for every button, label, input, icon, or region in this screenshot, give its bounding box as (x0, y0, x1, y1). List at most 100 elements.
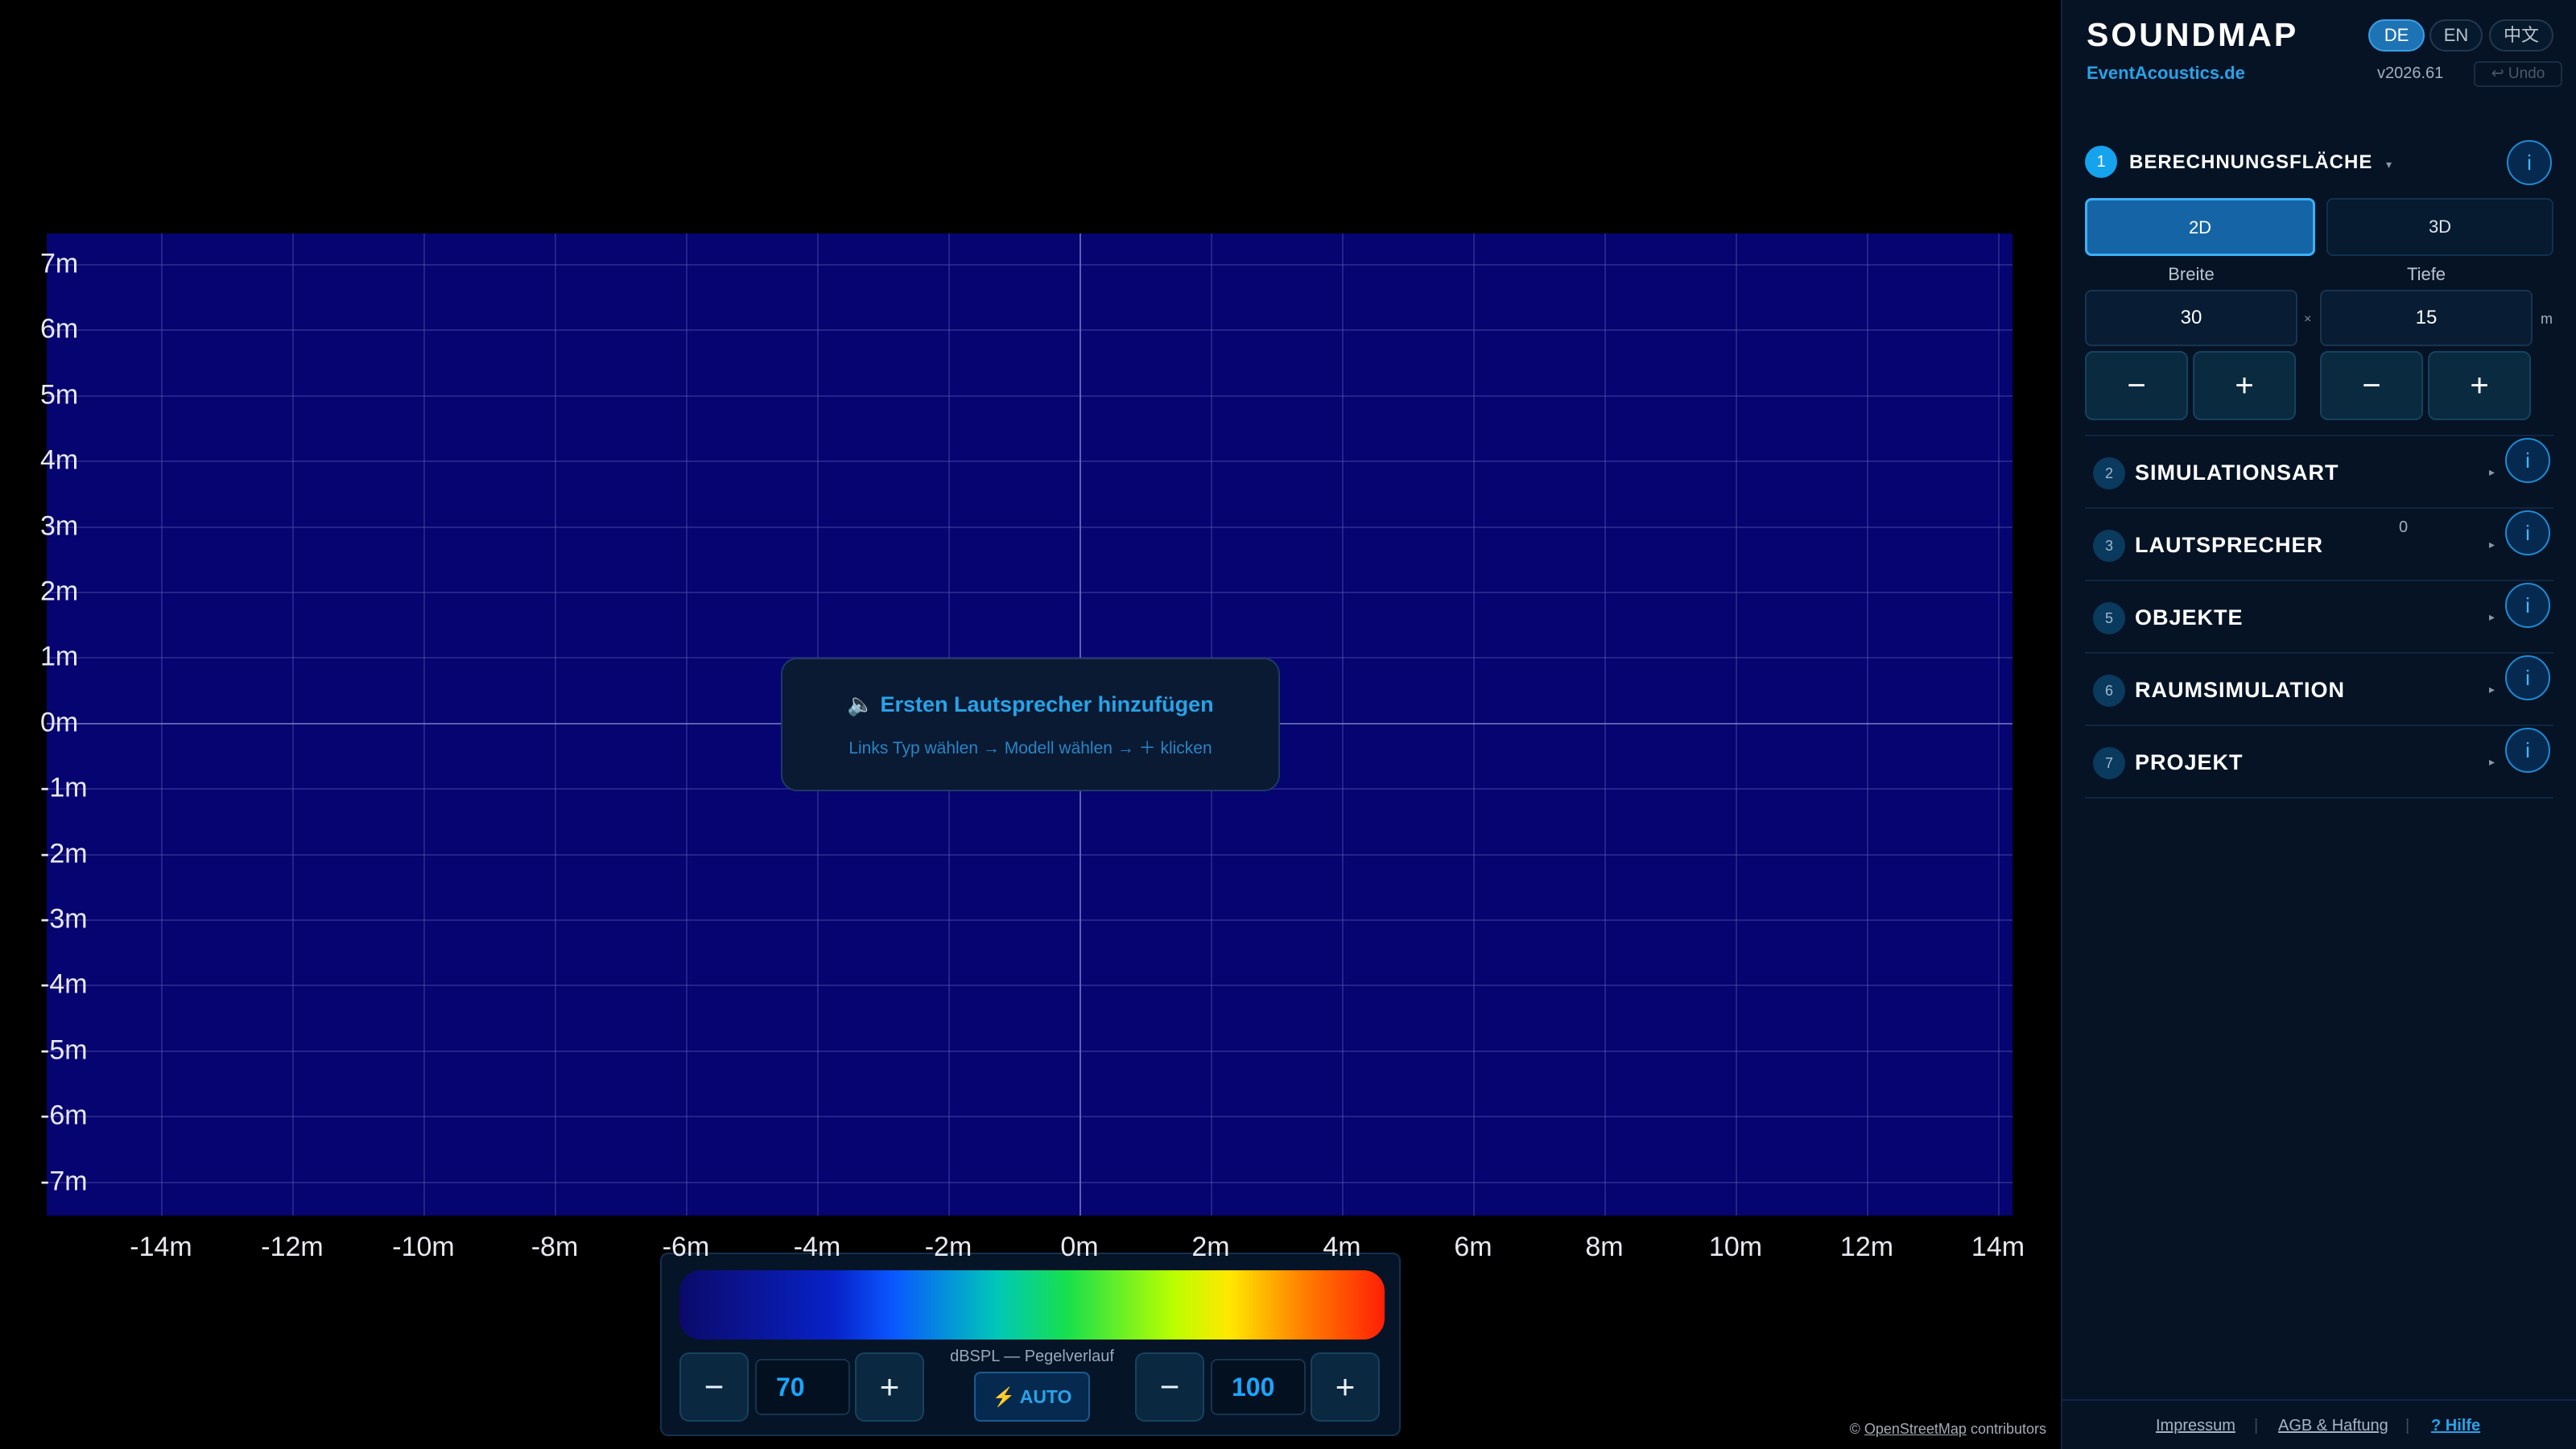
y-tick-label: 2m (40, 576, 79, 607)
mode-2d-button[interactable]: 2D (2085, 198, 2315, 256)
y-tick-label: -3m (40, 903, 88, 935)
x-tick-label: 8m (1585, 1232, 1624, 1262)
color-legend: − 70 + dBSPL — Pegelverlauf ⚡ AUTO − 100… (660, 1253, 1401, 1436)
section-1-number: 1 (2085, 146, 2117, 178)
section-projekt[interactable]: 7 PROJEKT ▸ i (2085, 724, 2553, 797)
section-simulationsart[interactable]: 2 SIMULATIONSART ▸ i (2085, 435, 2553, 507)
section-title[interactable]: OBJEKTE (2135, 605, 2244, 630)
x-tick-label: -8m (530, 1232, 579, 1262)
language-en-button[interactable]: EN (2429, 19, 2483, 52)
chevron-right-icon[interactable]: ▸ (2489, 465, 2495, 479)
width-input[interactable]: 30 (2085, 290, 2297, 346)
section-number: 3 (2093, 530, 2125, 562)
x-tick-label: -4m (793, 1232, 841, 1262)
brand-link[interactable]: EventAcoustics.de (2087, 63, 2245, 84)
auto-range-button[interactable]: ⚡ AUTO (974, 1372, 1090, 1422)
chevron-right-icon[interactable]: ▸ (2489, 755, 2495, 769)
info-icon[interactable]: i (2505, 655, 2550, 700)
spl-gradient-bar (679, 1270, 1385, 1340)
help-link[interactable]: ? Hilfe (2431, 1417, 2480, 1435)
attribution-prefix: © (1849, 1421, 1864, 1437)
max-decrease-button[interactable]: − (1135, 1352, 1204, 1422)
y-tick-label: 0m (40, 707, 79, 738)
depth-decrease-button[interactable]: − (2320, 351, 2423, 420)
y-tick-label: -4m (40, 968, 88, 1000)
mode-3d-button[interactable]: 3D (2326, 198, 2553, 256)
grid-line-horizontal (47, 1116, 2013, 1118)
x-tick-label: 14m (1971, 1232, 2025, 1262)
section-title[interactable]: PROJEKT (2135, 750, 2244, 775)
section-objekte[interactable]: 5 OBJEKTE ▸ i (2085, 580, 2553, 652)
grid-line-horizontal (47, 1050, 2013, 1052)
section-berechnungsflaeche-title[interactable]: BERECHNUNGSFLÄCHE (2129, 151, 2372, 174)
y-tick-label: 1m (40, 641, 79, 672)
grid-line-vertical (686, 233, 687, 1216)
grid-line-vertical (1998, 233, 2000, 1216)
impressum-link[interactable]: Impressum (2156, 1417, 2235, 1435)
add-speaker-hint: 🔈 Ersten Lautsprecher hinzufügen Links T… (781, 658, 1280, 791)
section-number: 5 (2093, 602, 2125, 634)
grid-line-horizontal (47, 1181, 2013, 1183)
grid-line-horizontal (47, 329, 2013, 332)
language-de-button[interactable]: DE (2368, 19, 2425, 52)
grid-line-horizontal (47, 526, 2013, 528)
info-icon[interactable]: i (2505, 583, 2550, 628)
x-tick-label: 4m (1323, 1232, 1361, 1262)
depth-input[interactable]: 15 (2320, 290, 2533, 346)
footer-separator: | (2254, 1417, 2259, 1435)
info-icon[interactable]: i (2507, 140, 2552, 185)
section-title[interactable]: LAUTSPRECHER (2135, 533, 2323, 558)
max-increase-button[interactable]: + (1311, 1352, 1380, 1422)
x-tick-label: 0m (1060, 1232, 1099, 1262)
x-tick-label: 6m (1454, 1232, 1492, 1262)
version-label: v2026.61 (2377, 64, 2444, 82)
osm-link[interactable]: OpenStreetMap (1864, 1421, 1967, 1437)
agb-link[interactable]: AGB & Haftung (2278, 1417, 2388, 1435)
grid-line-vertical (1736, 233, 1737, 1216)
chevron-right-icon[interactable]: ▸ (2489, 683, 2495, 696)
width-decrease-button[interactable]: − (2085, 351, 2188, 420)
section-title[interactable]: SIMULATIONSART (2135, 460, 2339, 485)
x-tick-label: -12m (261, 1232, 324, 1262)
app-logo: SOUNDMAP (2087, 16, 2299, 53)
min-value-field[interactable]: 70 (755, 1359, 850, 1415)
chevron-down-icon[interactable]: ▾ (2386, 158, 2392, 171)
divider (2085, 797, 2553, 799)
grid-line-horizontal (47, 394, 2013, 397)
y-tick-label: 5m (40, 379, 79, 411)
footer-separator: | (2405, 1417, 2410, 1435)
grid-line-vertical (1604, 233, 1606, 1216)
chevron-right-icon[interactable]: ▸ (2489, 610, 2495, 624)
max-value-field[interactable]: 100 (1211, 1359, 1306, 1415)
grid-line-horizontal (47, 985, 2013, 987)
chevron-right-icon[interactable]: ▸ (2489, 538, 2495, 551)
depth-increase-button[interactable]: + (2428, 351, 2531, 420)
grid-line-vertical (1867, 233, 1868, 1216)
grid-line-horizontal (47, 853, 2013, 856)
hint-title: 🔈 Ersten Lautsprecher hinzufügen (847, 692, 1214, 716)
grid-line-vertical (423, 233, 425, 1216)
grid-line-horizontal (47, 264, 2013, 266)
info-icon[interactable]: i (2505, 438, 2550, 483)
attribution-suffix: contributors (1966, 1421, 2046, 1437)
language-zh-button[interactable]: 中文 (2489, 19, 2553, 52)
grid-line-horizontal (47, 919, 2013, 921)
section-raumsimulation[interactable]: 6 RAUMSIMULATION ▸ i (2085, 652, 2553, 724)
section-title[interactable]: RAUMSIMULATION (2135, 678, 2345, 703)
undo-button[interactable]: ↩ Undo (2474, 61, 2562, 87)
section-number: 6 (2093, 675, 2125, 707)
grid-line-vertical (555, 233, 556, 1216)
info-icon[interactable]: i (2505, 510, 2550, 555)
info-icon[interactable]: i (2505, 728, 2550, 773)
grid-line-vertical (1342, 233, 1344, 1216)
x-tick-label: -14m (130, 1232, 192, 1262)
y-tick-label: -7m (40, 1166, 88, 1197)
y-tick-label: -1m (40, 772, 88, 803)
width-increase-button[interactable]: + (2193, 351, 2296, 420)
section-lautsprecher[interactable]: 3 LAUTSPRECHER 0 ▸ i (2085, 507, 2553, 580)
y-tick-label: 4m (40, 444, 79, 476)
map-attribution: © OpenStreetMap contributors (1850, 1421, 2046, 1438)
y-tick-label: -2m (40, 838, 88, 869)
map-canvas[interactable]: 🔈 Ersten Lautsprecher hinzufügen Links T… (0, 0, 2061, 1449)
times-sign: × (2304, 312, 2312, 326)
